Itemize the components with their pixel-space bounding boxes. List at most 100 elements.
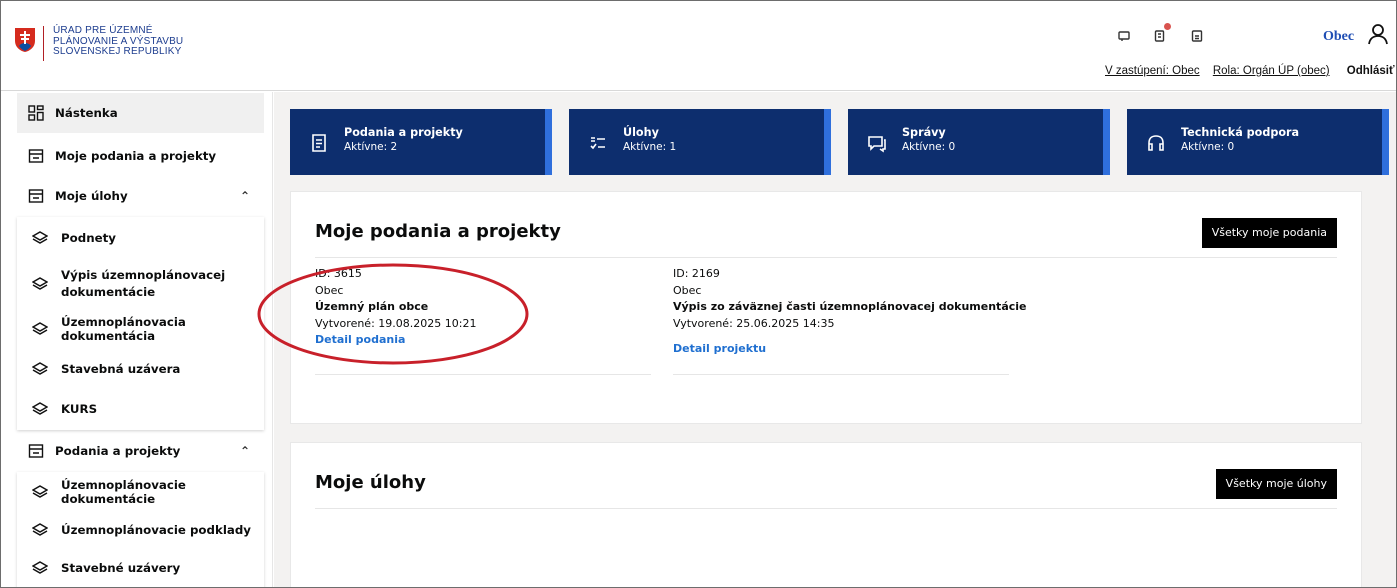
layers-icon — [31, 521, 49, 539]
messages-icon[interactable] — [1113, 25, 1135, 47]
notifications-icon[interactable] — [1149, 23, 1171, 47]
chevron-up-icon[interactable]: ⌃ — [240, 444, 250, 458]
item-divider — [673, 374, 1009, 375]
submenu-item[interactable]: KURS — [17, 389, 264, 429]
card-divider — [315, 257, 1337, 258]
submenu-item-label: Stavebná uzávera — [61, 362, 181, 376]
sidebar: Nástenka Moje podania a projekty Moje úl… — [1, 92, 273, 587]
submission-item: ID: 2169 Obec Výpis zo záväznej časti úz… — [673, 266, 1073, 358]
layers-icon — [31, 559, 49, 577]
tile-submissions[interactable]: Podania a projekty Aktívne: 2 — [290, 109, 552, 175]
sidebar-item-my-tasks[interactable]: Moje úlohy ⌃ — [17, 176, 264, 216]
header: ÚRAD PRE ÚZEMNÉ PLÁNOVANIE A VÝSTAVBU SL… — [1, 1, 1396, 91]
sidebar-item-label: Moje úlohy — [55, 189, 128, 203]
dashboard-icon — [27, 104, 45, 122]
chevron-up-icon[interactable]: ⌃ — [240, 189, 250, 203]
submenu-item[interactable]: Stavebná uzávera — [17, 349, 264, 389]
tile-accent-bar — [1103, 109, 1110, 175]
logo-line-1: ÚRAD PRE ÚZEMNÉ — [53, 25, 153, 36]
agency-logo-text[interactable]: ÚRAD PRE ÚZEMNÉ PLÁNOVANIE A VÝSTAVBU SL… — [53, 25, 183, 58]
layers-icon — [31, 483, 49, 501]
sidebar-item-label: Nástenka — [55, 106, 118, 120]
layers-icon — [31, 229, 49, 247]
documents-icon[interactable] — [1186, 25, 1208, 47]
submission-owner: Obec — [315, 283, 344, 297]
tile-support[interactable]: Technická podpora Aktívne: 0 — [1127, 109, 1389, 175]
user-icon[interactable] — [1366, 22, 1390, 46]
submission-created: Vytvorené: 25.06.2025 14:35 — [673, 316, 835, 330]
submission-name: Územný plán obce — [315, 300, 429, 313]
submenu-item-label: KURS — [61, 402, 98, 416]
submenu-item-label: Stavebné uzávery — [61, 561, 181, 575]
tile-accent-bar — [824, 109, 831, 175]
submenu-item-label: Výpis územnoplánovacej dokumentácie — [61, 268, 226, 299]
submission-id: ID: 3615 — [315, 267, 362, 280]
submenu-item[interactable]: Výpis územnoplánovacej dokumentácie — [17, 259, 264, 309]
message-icon — [868, 136, 886, 153]
layers-icon — [31, 320, 49, 338]
tile-messages[interactable]: Správy Aktívne: 0 — [848, 109, 1110, 175]
tasks-card: Moje úlohy Všetky moje úlohy — [290, 442, 1362, 587]
headset-icon — [1148, 135, 1164, 151]
tile-status: Aktívne: 2 — [344, 141, 398, 153]
my-tasks-submenu: Podnety Výpis územnoplánovacej dokumentá… — [17, 217, 264, 430]
card-title: Moje podania a projekty — [315, 221, 561, 242]
tile-status: Aktívne: 1 — [623, 141, 677, 153]
all-submissions-button[interactable]: Všetky moje podania — [1201, 218, 1337, 248]
submissions-card: Moje podania a projekty Všetky moje poda… — [290, 191, 1362, 424]
tile-tasks[interactable]: Úlohy Aktívne: 1 — [569, 109, 831, 175]
document-list-icon — [312, 134, 326, 152]
submenu-item[interactable]: Podnety — [17, 217, 264, 259]
representation-link[interactable]: V zastúpení: Obec — [1105, 65, 1200, 77]
notification-badge — [1164, 23, 1171, 30]
sidebar-item-my-submissions[interactable]: Moje podania a projekty — [17, 136, 264, 176]
submission-detail-link[interactable]: Detail podania — [315, 332, 645, 349]
sidebar-item-dashboard[interactable]: Nástenka — [17, 93, 264, 133]
submission-id: ID: 2169 — [673, 267, 720, 280]
logo-divider — [43, 26, 44, 61]
tile-accent-bar — [1382, 109, 1389, 175]
tile-title: Úlohy — [623, 126, 659, 139]
card-divider — [315, 508, 1337, 509]
sidebar-item-label: Moje podania a projekty — [55, 149, 217, 163]
submenu-item-label: Územnoplánovacia dokumentácia — [61, 315, 186, 343]
header-links: V zastúpení: Obec Rola: Orgán ÚP (obec) … — [1105, 65, 1396, 77]
layers-icon — [31, 400, 49, 418]
inbox-icon — [27, 147, 45, 165]
submenu-item[interactable]: Územnoplánovacie podklady — [17, 510, 264, 550]
submissions-submenu: Územnoplánovacie dokumentácie Územnoplán… — [17, 472, 264, 587]
sidebar-item-label: Podania a projekty — [55, 444, 181, 458]
submenu-item[interactable]: Stavebné uzávery — [17, 548, 264, 587]
tile-status: Aktívne: 0 — [902, 141, 956, 153]
tile-status: Aktívne: 0 — [1181, 141, 1235, 153]
submenu-item[interactable]: Územnoplánovacie dokumentácie — [17, 472, 264, 512]
tile-title: Správy — [902, 126, 946, 139]
inbox-icon — [27, 187, 45, 205]
submission-created: Vytvorené: 19.08.2025 10:21 — [315, 316, 477, 330]
submenu-item[interactable]: Územnoplánovacia dokumentácia — [17, 309, 264, 349]
logout-link[interactable]: Odhlásiť sa — [1347, 65, 1396, 77]
submission-owner: Obec — [673, 283, 702, 297]
tile-accent-bar — [545, 109, 552, 175]
role-link[interactable]: Rola: Orgán ÚP (obec) — [1213, 65, 1330, 77]
tile-title: Technická podpora — [1181, 126, 1300, 139]
checklist-icon — [590, 137, 605, 150]
submission-name: Výpis zo záväznej časti územnoplánovacej… — [673, 300, 1027, 313]
submenu-item-label: Územnoplánovacie dokumentácie — [61, 478, 186, 506]
item-divider — [315, 374, 651, 375]
layers-icon — [31, 275, 49, 293]
user-name[interactable]: Obec — [1323, 29, 1354, 45]
logo-line-3: SLOVENSKEJ REPUBLIKY — [53, 46, 182, 57]
sidebar-item-submissions[interactable]: Podania a projekty ⌃ — [17, 431, 264, 471]
slovak-coat-of-arms-icon — [15, 28, 35, 52]
main-content: Podania a projekty Aktívne: 2 Úlohy Aktí… — [274, 92, 1396, 587]
submission-item: ID: 3615 Obec Územný plán obce Vytvorené… — [315, 266, 645, 349]
inbox-icon — [27, 442, 45, 460]
card-title: Moje úlohy — [315, 472, 426, 493]
app-window: ÚRAD PRE ÚZEMNÉ PLÁNOVANIE A VÝSTAVBU SL… — [0, 0, 1397, 588]
project-detail-link[interactable]: Detail projektu — [673, 341, 1073, 358]
tile-title: Podania a projekty — [344, 126, 463, 139]
submenu-item-label: Územnoplánovacie podklady — [61, 523, 251, 537]
all-tasks-button[interactable]: Všetky moje úlohy — [1215, 469, 1337, 499]
submenu-item-label: Podnety — [61, 231, 116, 245]
